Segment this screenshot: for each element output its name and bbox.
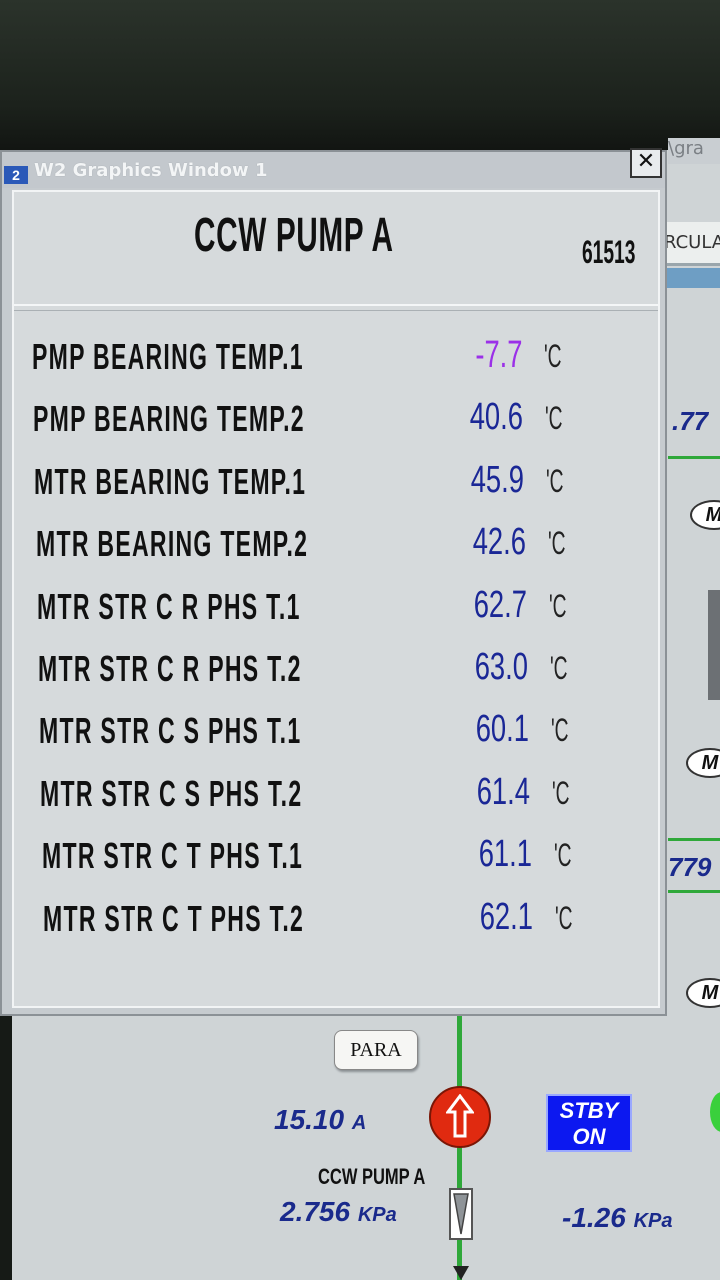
- temperature-label: MTR BEARING TEMP.1: [34, 460, 307, 502]
- temperature-value: -7.7: [474, 334, 522, 376]
- window-titlebar[interactable]: 2 W2 Graphics Window 1 ✕: [2, 148, 665, 188]
- temperature-label: MTR STR C T PHS T.1: [41, 835, 303, 877]
- background-pipe: [668, 890, 720, 893]
- temperature-unit: 'C: [545, 400, 563, 437]
- temperature-row: MTR STR C T PHS T.1 61.1 'C: [24, 829, 664, 885]
- temperature-unit: 'C: [554, 899, 573, 936]
- monitor-bezel: [0, 0, 720, 150]
- background-block: [708, 590, 720, 700]
- temperature-value: 61.1: [478, 833, 532, 876]
- temperature-label: MTR STR C R PHS T.1: [36, 585, 301, 627]
- temperature-value: 61.4: [477, 770, 531, 813]
- standby-state: ON: [572, 1124, 606, 1149]
- temperature-label: MTR STR C S PHS T.1: [39, 710, 302, 752]
- background-pipe: [668, 838, 720, 841]
- temperature-value: 42.6: [472, 521, 526, 564]
- temperature-row: MTR STR C S PHS T.1 60.1 'C: [21, 704, 661, 760]
- background-window-title: \gra: [668, 138, 720, 164]
- temperature-value: 63.0: [474, 646, 528, 688]
- standby-label: STBY: [559, 1098, 619, 1123]
- para-button[interactable]: PARA: [334, 1030, 418, 1070]
- temperature-label: PMP BEARING TEMP.1: [32, 336, 304, 377]
- pump-current-unit: A: [351, 1112, 367, 1134]
- pump-name-label: CCW PUMP A: [318, 1164, 426, 1189]
- background-banner: RCULA: [664, 222, 720, 266]
- background-pipe: [668, 456, 720, 459]
- temperature-value: 62.7: [473, 583, 527, 626]
- temperature-row: MTR STR C S PHS T.2 61.4 'C: [22, 767, 662, 823]
- flow-line: [457, 1016, 462, 1280]
- temperature-unit: 'C: [546, 462, 564, 499]
- temperature-unit: 'C: [547, 525, 566, 562]
- discharge-pressure-unit: KPa: [357, 1204, 397, 1226]
- background-value: .77: [672, 406, 709, 436]
- window-title: W2 Graphics Window 1: [34, 160, 268, 181]
- panel-id: 61513: [582, 234, 636, 270]
- temperature-row: MTR STR C T PHS T.2 62.1 'C: [25, 892, 665, 948]
- temperature-unit: 'C: [552, 774, 570, 811]
- temperature-label: MTR BEARING TEMP.2: [35, 523, 308, 565]
- temperature-row: MTR STR C R PHS T.1 62.7 'C: [19, 580, 659, 636]
- discharge-pressure-readout: 2.756 KPa: [280, 1196, 397, 1228]
- temperature-label: PMP BEARING TEMP.2: [33, 398, 306, 440]
- suction-pressure-value: -1.26: [562, 1202, 626, 1233]
- temperature-row: PMP BEARING TEMP.1 -7.7 'C: [14, 330, 654, 386]
- pump-temperature-panel: CCW PUMP A 61513 PMP BEARING TEMP.1 -7.7 '…: [12, 190, 660, 1008]
- temperature-value: 60.1: [475, 708, 530, 751]
- pump-current-readout: 15.10 A: [274, 1104, 366, 1136]
- temperature-label: MTR STR C S PHS T.2: [40, 772, 303, 814]
- discharge-pressure-value: 2.756: [280, 1196, 351, 1227]
- background-strip: [664, 268, 720, 288]
- pump-current-value: 15.10: [274, 1104, 345, 1135]
- suction-pressure-readout: -1.26 KPa: [562, 1202, 673, 1234]
- temperature-value: 45.9: [471, 458, 525, 501]
- temperature-value: 62.1: [479, 895, 533, 938]
- temperature-unit: 'C: [553, 837, 572, 874]
- close-button[interactable]: ✕: [630, 148, 662, 178]
- temperature-label: MTR STR C R PHS T.2: [38, 648, 302, 689]
- temperature-label: MTR STR C T PHS T.2: [42, 897, 304, 939]
- window-app-icon: 2: [4, 166, 28, 184]
- temperature-row: MTR STR C R PHS T.2 63.0 'C: [20, 642, 660, 698]
- flow-arrow-down-icon: [453, 1266, 469, 1280]
- temperature-unit: 'C: [551, 712, 569, 749]
- temperature-unit: 'C: [544, 338, 562, 374]
- panel-divider: [14, 304, 658, 311]
- graphics-window: 2 W2 Graphics Window 1 ✕ CCW PUMP A 6151…: [0, 148, 667, 1016]
- temperature-row: PMP BEARING TEMP.2 40.6 'C: [15, 392, 655, 448]
- temperature-row: MTR BEARING TEMP.2 42.6 'C: [18, 517, 658, 573]
- arrow-up-icon: [446, 1094, 474, 1138]
- suction-pressure-unit: KPa: [633, 1210, 673, 1232]
- panel-title: CCW PUMP A: [194, 209, 394, 262]
- temperature-unit: 'C: [550, 650, 568, 686]
- temperature-unit: 'C: [548, 587, 567, 624]
- temperature-value: 40.6: [469, 396, 524, 439]
- background-value: 779: [668, 852, 712, 882]
- valve-icon[interactable]: [449, 1188, 473, 1240]
- temperature-row: MTR BEARING TEMP.1 45.9 'C: [16, 455, 656, 511]
- standby-on-button[interactable]: STBY ON: [546, 1094, 632, 1152]
